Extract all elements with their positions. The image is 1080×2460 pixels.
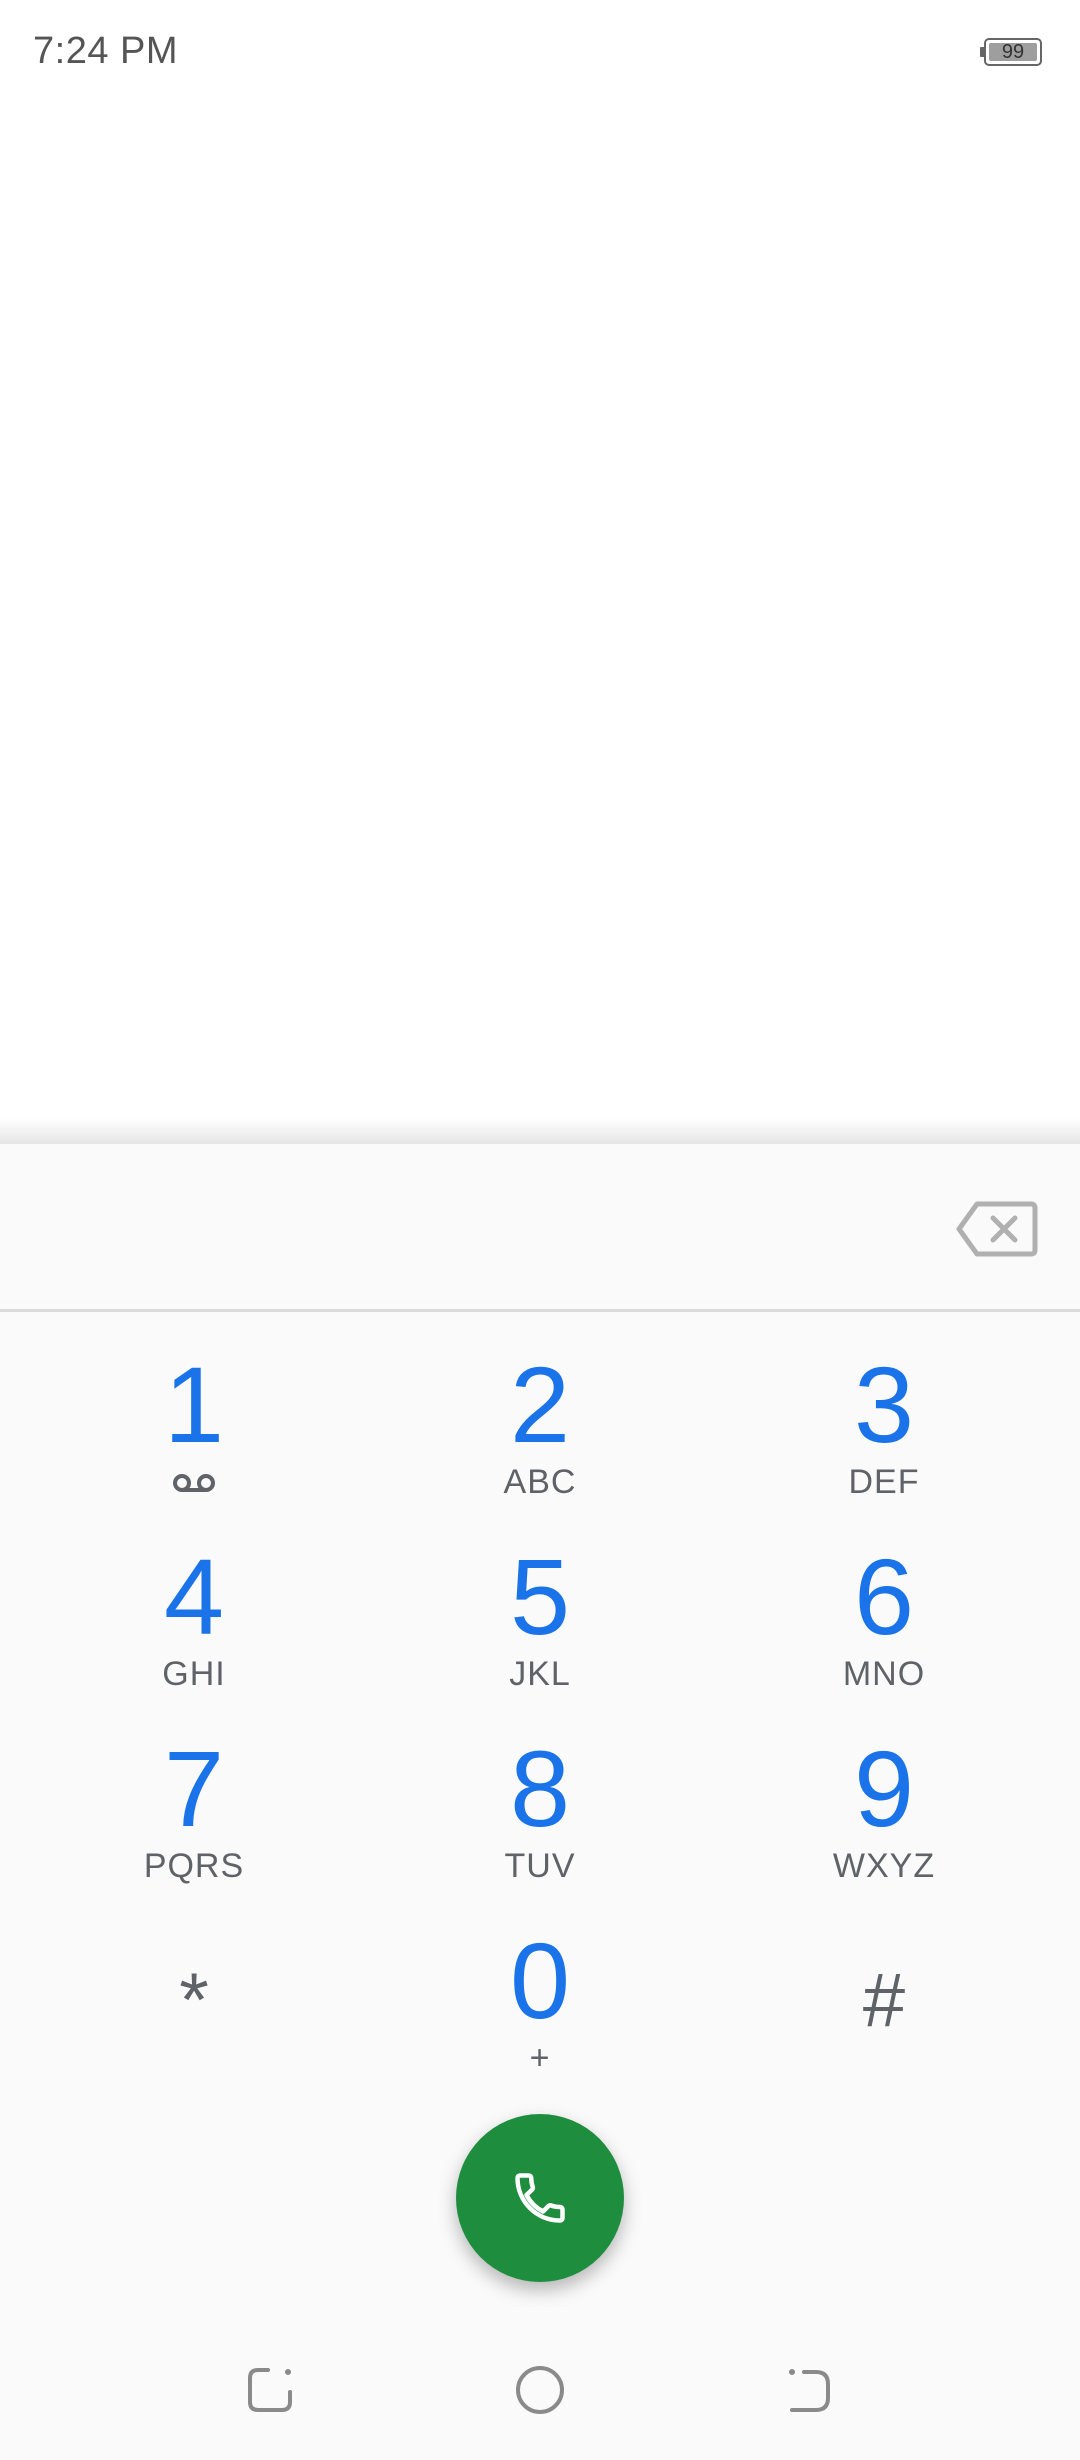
key-letters: TUV: [504, 1847, 576, 1885]
key-digit: 6: [853, 1536, 915, 1657]
backspace-icon: [956, 1201, 1038, 1257]
key-2[interactable]: 2 ABC: [420, 1350, 660, 1530]
digits-row: [0, 1144, 1080, 1309]
home-button[interactable]: [500, 2350, 580, 2430]
key-digit: 9: [853, 1728, 915, 1849]
back-icon: [789, 2369, 830, 2412]
key-star[interactable]: *: [74, 1926, 314, 2106]
battery-icon: 99: [980, 38, 1044, 68]
key-letters: DEF: [848, 1463, 920, 1501]
key-6[interactable]: 6 MNO: [764, 1542, 1004, 1722]
key-letters: ABC: [503, 1463, 577, 1501]
key-symbol: *: [179, 1958, 209, 2043]
key-8[interactable]: 8 TUV: [420, 1734, 660, 1914]
key-letters: MNO: [842, 1655, 926, 1693]
dialpad-shadow: [0, 1118, 1080, 1144]
key-letters: PQRS: [143, 1847, 245, 1885]
call-button[interactable]: [456, 2114, 624, 2282]
key-letters: WXYZ: [832, 1847, 936, 1885]
key-letters: GHI: [162, 1655, 226, 1693]
voicemail-icon: [173, 1474, 215, 1492]
key-digit: 1: [163, 1344, 225, 1465]
key-digit: 8: [509, 1728, 571, 1849]
recents-icon: [248, 2368, 292, 2412]
digits-field[interactable]: [40, 1184, 924, 1266]
key-3[interactable]: 3 DEF: [764, 1350, 1004, 1530]
recents-button[interactable]: [230, 2350, 310, 2430]
key-digit: 5: [509, 1536, 571, 1657]
key-symbol: #: [862, 1958, 906, 2043]
back-button[interactable]: [770, 2350, 850, 2430]
key-pound[interactable]: #: [764, 1926, 1004, 2106]
key-7[interactable]: 7 PQRS: [74, 1734, 314, 1914]
key-digit: 4: [163, 1536, 225, 1657]
key-1[interactable]: 1: [74, 1350, 314, 1530]
key-letters: JKL: [509, 1655, 571, 1693]
key-letters: +: [529, 2039, 551, 2077]
phone-icon: [515, 2173, 565, 2223]
status-time: 7:24 PM: [33, 30, 179, 72]
home-icon: [516, 2366, 564, 2414]
key-digit: 2: [509, 1344, 571, 1465]
key-9[interactable]: 9 WXYZ: [764, 1734, 1004, 1914]
digits-divider: [0, 1309, 1080, 1312]
key-4[interactable]: 4 GHI: [74, 1542, 314, 1722]
dialer-screen: 7:24 PM 99 1 2 ABC 3 DEF 4 GHI 5 JKL 6 M…: [0, 0, 1080, 2460]
battery-level: 99: [1001, 41, 1025, 63]
nav-bar: [0, 2320, 1080, 2460]
key-0[interactable]: 0 +: [420, 1926, 660, 2106]
status-bar: 7:24 PM 99: [0, 0, 1080, 110]
key-digit: 3: [853, 1344, 915, 1465]
key-digit: 0: [509, 1920, 571, 2041]
key-5[interactable]: 5 JKL: [420, 1542, 660, 1722]
backspace-button[interactable]: [955, 1198, 1039, 1260]
key-digit: 7: [163, 1728, 225, 1849]
